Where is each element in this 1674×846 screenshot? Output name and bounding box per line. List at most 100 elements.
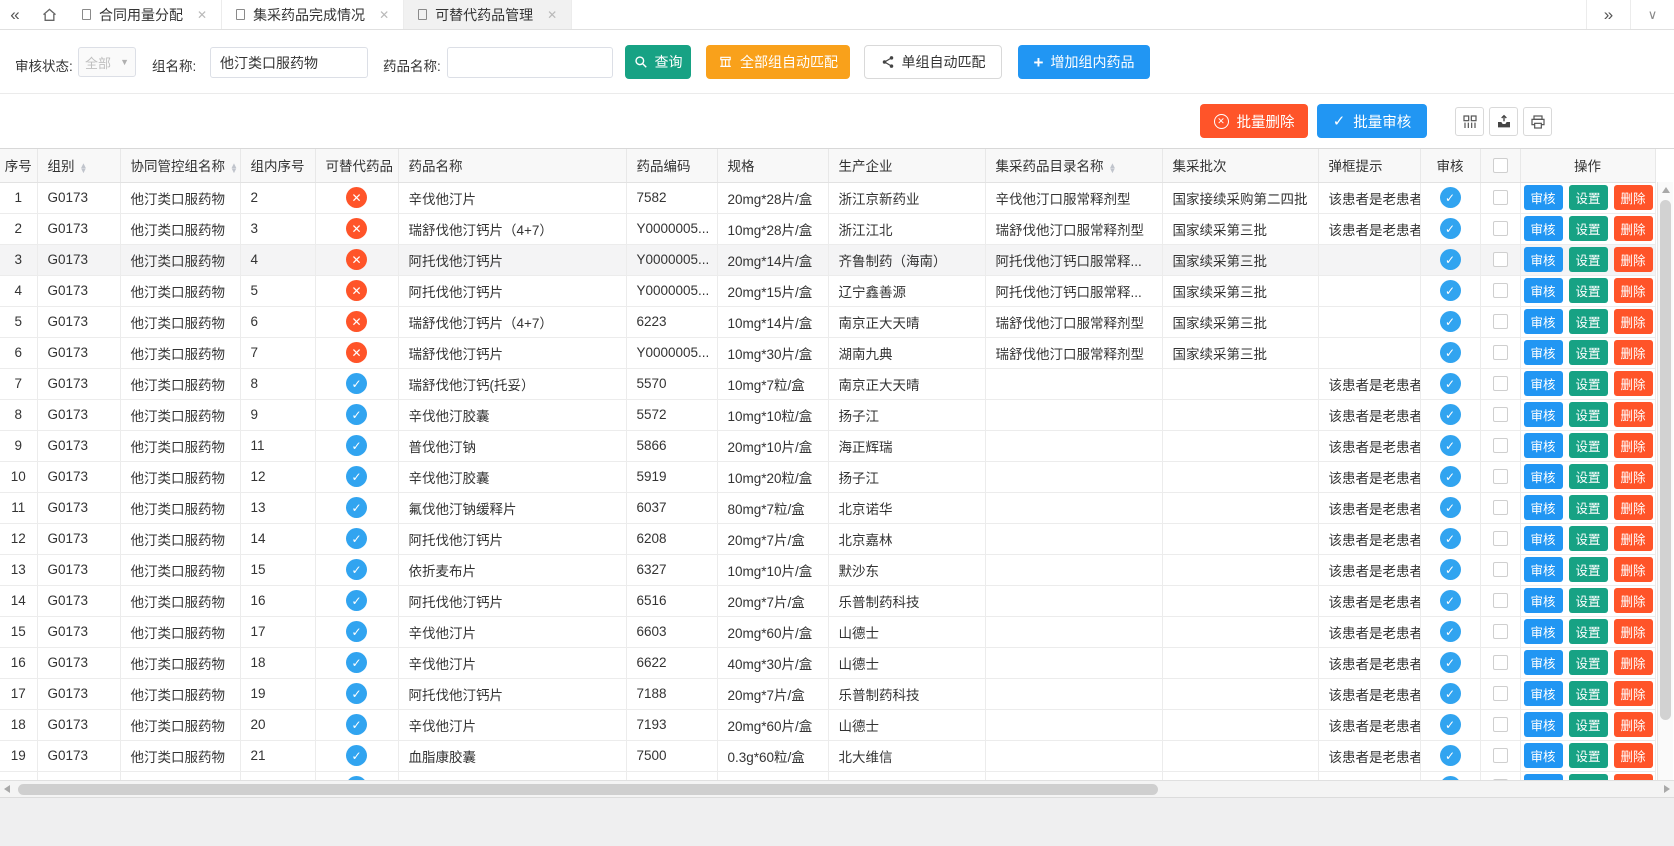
table-row[interactable]: 16G0173他汀类口服药物18✓辛伐他汀片662240mg*30片/盒山德士该… bbox=[0, 647, 1655, 678]
row-checkbox[interactable] bbox=[1493, 593, 1508, 608]
row-setting-button[interactable]: 设置 bbox=[1569, 712, 1608, 737]
row-audit-button[interactable]: 审核 bbox=[1524, 371, 1563, 396]
row-delete-button[interactable]: 删除 bbox=[1614, 526, 1653, 551]
auto-match-single-group-button[interactable]: 单组自动匹配 bbox=[864, 45, 1002, 79]
close-icon[interactable]: ✕ bbox=[547, 8, 557, 22]
row-checkbox[interactable] bbox=[1493, 562, 1508, 577]
tab-menu-icon[interactable]: ∨ bbox=[1630, 0, 1674, 29]
table-row[interactable]: 14G0173他汀类口服药物16✓阿托伐他汀钙片651620mg*7片/盒乐普制… bbox=[0, 585, 1655, 616]
row-audit-button[interactable]: 审核 bbox=[1524, 712, 1563, 737]
table-row[interactable]: 13G0173他汀类口服药物15✓依折麦布片632710mg*10片/盒默沙东该… bbox=[0, 554, 1655, 585]
row-delete-button[interactable]: 删除 bbox=[1614, 557, 1653, 582]
row-audit-button[interactable]: 审核 bbox=[1524, 743, 1563, 768]
row-checkbox[interactable] bbox=[1493, 252, 1508, 267]
row-delete-button[interactable]: 删除 bbox=[1614, 402, 1653, 427]
home-tab[interactable] bbox=[30, 0, 68, 29]
row-delete-button[interactable]: 删除 bbox=[1614, 433, 1653, 458]
row-delete-button[interactable]: 删除 bbox=[1614, 495, 1653, 520]
row-audit-button[interactable]: 审核 bbox=[1524, 650, 1563, 675]
row-audit-button[interactable]: 审核 bbox=[1524, 216, 1563, 241]
row-setting-button[interactable]: 设置 bbox=[1569, 526, 1608, 551]
horizontal-scrollbar[interactable] bbox=[0, 780, 1674, 797]
row-setting-button[interactable]: 设置 bbox=[1569, 681, 1608, 706]
row-setting-button[interactable]: 设置 bbox=[1569, 464, 1608, 489]
close-icon[interactable]: ✕ bbox=[379, 8, 389, 22]
row-checkbox[interactable] bbox=[1493, 500, 1508, 515]
row-checkbox[interactable] bbox=[1493, 717, 1508, 732]
query-button[interactable]: 查询 bbox=[625, 45, 691, 79]
row-setting-button[interactable]: 设置 bbox=[1569, 247, 1608, 272]
row-setting-button[interactable]: 设置 bbox=[1569, 588, 1608, 613]
column-settings-button[interactable] bbox=[1455, 107, 1484, 136]
row-checkbox[interactable] bbox=[1493, 314, 1508, 329]
column-header-group_name[interactable]: 协同管控组名称▲▼ bbox=[120, 149, 240, 182]
scroll-up-icon[interactable] bbox=[1662, 187, 1670, 193]
table-row[interactable]: 11G0173他汀类口服药物13✓氟伐他汀钠缓释片603780mg*7粒/盒北京… bbox=[0, 492, 1655, 523]
row-audit-button[interactable]: 审核 bbox=[1524, 495, 1563, 520]
table-row[interactable]: 1G0173他汀类口服药物2✕辛伐他汀片758220mg*28片/盒浙江京新药业… bbox=[0, 182, 1655, 213]
table-row[interactable]: 19G0173他汀类口服药物21✓血脂康胶囊75000.3g*60粒/盒北大维信… bbox=[0, 740, 1655, 771]
row-setting-button[interactable]: 设置 bbox=[1569, 278, 1608, 303]
row-checkbox[interactable] bbox=[1493, 345, 1508, 360]
table-row[interactable]: 20G0173他汀类口服药物22✓辛伐他汀片该患者是老患者✓审核设置删除 bbox=[0, 771, 1655, 780]
row-delete-button[interactable]: 删除 bbox=[1614, 309, 1653, 334]
table-row[interactable]: 9G0173他汀类口服药物11✓普伐他汀钠586620mg*10片/盒海正辉瑞该… bbox=[0, 430, 1655, 461]
row-delete-button[interactable]: 删除 bbox=[1614, 185, 1653, 210]
row-delete-button[interactable]: 删除 bbox=[1614, 371, 1653, 396]
row-checkbox[interactable] bbox=[1493, 469, 1508, 484]
table-row[interactable]: 15G0173他汀类口服药物17✓辛伐他汀片660320mg*60片/盒山德士该… bbox=[0, 616, 1655, 647]
row-setting-button[interactable]: 设置 bbox=[1569, 402, 1608, 427]
row-delete-button[interactable]: 删除 bbox=[1614, 278, 1653, 303]
row-setting-button[interactable]: 设置 bbox=[1569, 619, 1608, 644]
sort-icon[interactable]: ▲▼ bbox=[230, 163, 238, 173]
table-row[interactable]: 4G0173他汀类口服药物5✕阿托伐他汀钙片Y0000005...20mg*15… bbox=[0, 275, 1655, 306]
row-audit-button[interactable]: 审核 bbox=[1524, 526, 1563, 551]
collapse-tabs-left-icon[interactable]: « bbox=[0, 0, 30, 29]
row-delete-button[interactable]: 删除 bbox=[1614, 681, 1653, 706]
table-row[interactable]: 17G0173他汀类口服药物19✓阿托伐他汀钙片718820mg*7片/盒乐普制… bbox=[0, 678, 1655, 709]
row-audit-button[interactable]: 审核 bbox=[1524, 185, 1563, 210]
row-delete-button[interactable]: 删除 bbox=[1614, 619, 1653, 644]
row-setting-button[interactable]: 设置 bbox=[1569, 216, 1608, 241]
vertical-scrollbar[interactable] bbox=[1657, 182, 1673, 780]
drug-name-input[interactable] bbox=[447, 47, 613, 78]
row-setting-button[interactable]: 设置 bbox=[1569, 433, 1608, 458]
vertical-scrollbar-thumb[interactable] bbox=[1660, 200, 1671, 720]
table-row[interactable]: 12G0173他汀类口服药物14✓阿托伐他汀钙片620820mg*7片/盒北京嘉… bbox=[0, 523, 1655, 554]
scroll-left-icon[interactable] bbox=[4, 785, 10, 793]
table-row[interactable]: 2G0173他汀类口服药物3✕瑞舒伐他汀钙片（4+7）Y0000005...10… bbox=[0, 213, 1655, 244]
batch-delete-button[interactable]: ✕ 批量删除 bbox=[1200, 104, 1308, 138]
sort-icon[interactable]: ▲▼ bbox=[80, 163, 88, 173]
row-checkbox[interactable] bbox=[1493, 376, 1508, 391]
auto-match-all-groups-button[interactable]: 全部组自动匹配 bbox=[706, 45, 850, 79]
row-delete-button[interactable]: 删除 bbox=[1614, 247, 1653, 272]
row-setting-button[interactable]: 设置 bbox=[1569, 309, 1608, 334]
tab-1[interactable]: 集采药品完成情况✕ bbox=[222, 0, 404, 29]
row-setting-button[interactable]: 设置 bbox=[1569, 340, 1608, 365]
group-name-input[interactable] bbox=[210, 47, 368, 78]
row-checkbox[interactable] bbox=[1493, 283, 1508, 298]
close-icon[interactable]: ✕ bbox=[197, 8, 207, 22]
row-checkbox[interactable] bbox=[1493, 531, 1508, 546]
row-audit-button[interactable]: 审核 bbox=[1524, 588, 1563, 613]
export-button[interactable] bbox=[1489, 107, 1518, 136]
row-checkbox[interactable] bbox=[1493, 686, 1508, 701]
row-audit-button[interactable]: 审核 bbox=[1524, 402, 1563, 427]
row-checkbox[interactable] bbox=[1493, 624, 1508, 639]
scroll-right-icon[interactable] bbox=[1664, 785, 1670, 793]
table-row[interactable]: 18G0173他汀类口服药物20✓辛伐他汀片719320mg*60片/盒山德士该… bbox=[0, 709, 1655, 740]
row-delete-button[interactable]: 删除 bbox=[1614, 743, 1653, 768]
row-checkbox[interactable] bbox=[1493, 190, 1508, 205]
tab-0[interactable]: 合同用量分配✕ bbox=[68, 0, 222, 29]
tab-2[interactable]: 可替代药品管理✕ bbox=[404, 0, 572, 29]
row-audit-button[interactable]: 审核 bbox=[1524, 309, 1563, 334]
print-button[interactable] bbox=[1523, 107, 1552, 136]
row-checkbox[interactable] bbox=[1493, 655, 1508, 670]
table-row[interactable]: 3G0173他汀类口服药物4✕阿托伐他汀钙片Y0000005...20mg*14… bbox=[0, 244, 1655, 275]
column-header-catalog_name[interactable]: 集采药品目录名称▲▼ bbox=[985, 149, 1162, 182]
row-delete-button[interactable]: 删除 bbox=[1614, 340, 1653, 365]
row-setting-button[interactable]: 设置 bbox=[1569, 557, 1608, 582]
row-audit-button[interactable]: 审核 bbox=[1524, 464, 1563, 489]
row-audit-button[interactable]: 审核 bbox=[1524, 619, 1563, 644]
row-audit-button[interactable]: 审核 bbox=[1524, 278, 1563, 303]
